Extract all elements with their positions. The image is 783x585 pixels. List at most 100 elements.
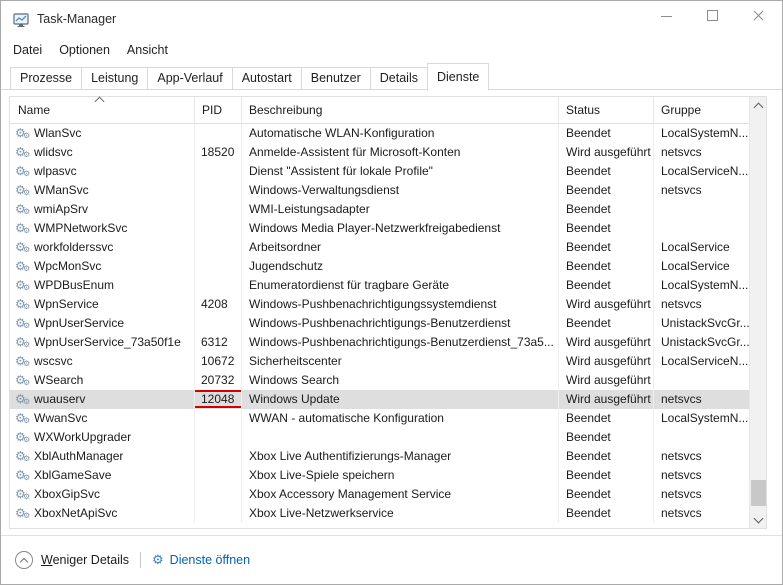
- scroll-up-arrow[interactable]: [750, 97, 767, 114]
- vertical-scrollbar[interactable]: [749, 97, 766, 528]
- service-group-cell: netsvcs: [661, 297, 702, 311]
- service-group-cell: netsvcs: [661, 392, 702, 406]
- sort-ascending-icon: [94, 96, 105, 107]
- service-status-cell: Wird ausgeführt: [559, 352, 654, 371]
- service-name-cell: ⚙ ⚙ WManSvc: [10, 181, 195, 200]
- service-row-wlansvc[interactable]: ⚙ ⚙ WlanSvc Automatische WLAN-Konfiguration…: [10, 124, 749, 143]
- service-name-cell: ⚙ ⚙ WwanSvc: [10, 409, 195, 428]
- service-row-wlpasvc[interactable]: ⚙ ⚙ wlpasvc Dienst "Assistent für lokale Pr…: [10, 162, 749, 181]
- column-header-status[interactable]: Status: [559, 97, 654, 123]
- service-row-wpcmonsvc[interactable]: ⚙ ⚙ WpcMonSvc Jugendschutz Beendet LocalServi…: [10, 257, 749, 276]
- service-group-cell: netsvcs: [661, 145, 702, 159]
- service-group-cell: LocalSystemN...: [661, 126, 749, 140]
- service-description-cell: Sicherheitscenter: [242, 352, 559, 371]
- service-pid-cell: [195, 276, 242, 295]
- service-name-cell: ⚙ ⚙ WpcMonSvc: [10, 257, 195, 276]
- column-header-gruppe[interactable]: Gruppe: [654, 97, 749, 123]
- service-row-xboxgipsvc[interactable]: ⚙ ⚙ XboxGipSvc Xbox Accessory Management Se…: [10, 485, 749, 504]
- close-button[interactable]: [736, 1, 782, 31]
- service-gear-icon: ⚙ ⚙: [15, 202, 31, 216]
- service-row-wmansvc[interactable]: ⚙ ⚙ WManSvc Windows-Verwaltungsdienst Beende…: [10, 181, 749, 200]
- chevron-up-circle-icon: [15, 551, 33, 569]
- service-name-cell: ⚙ ⚙ wuauserv: [10, 390, 195, 409]
- service-gear-icon: ⚙ ⚙: [15, 373, 31, 387]
- maximize-button[interactable]: [690, 1, 736, 31]
- service-gear-icon: ⚙ ⚙: [15, 411, 31, 425]
- service-row-workfolderssvc[interactable]: ⚙ ⚙ workfolderssvc Arbeitsordner Beendet Loca…: [10, 238, 749, 257]
- service-pid-cell: [195, 409, 242, 428]
- service-row-wsearch[interactable]: ⚙ ⚙ WSearch 20732 Windows Search Wird ausgefü…: [10, 371, 749, 390]
- open-services-label: Dienste öffnen: [169, 553, 251, 567]
- service-row-wpnservice[interactable]: ⚙ ⚙ WpnService 4208 Windows-Pushbenachrichti…: [10, 295, 749, 314]
- service-name-cell: ⚙ ⚙ WSearch: [10, 371, 195, 390]
- service-row-wmpnetworksvc[interactable]: ⚙ ⚙ WMPNetworkSvc Windows Media Player-Netz…: [10, 219, 749, 238]
- service-status-cell: Beendet: [559, 276, 654, 295]
- service-row-wpnuserservice-73a50f1e[interactable]: ⚙ ⚙ WpnUserService_73a50f1e 6312 Windows-Pus…: [10, 333, 749, 352]
- tab-autostart[interactable]: Autostart: [231, 67, 302, 90]
- service-row-wwansvc[interactable]: ⚙ ⚙ WwanSvc WWAN - automatische Konfigurati…: [10, 409, 749, 428]
- service-name-cell: ⚙ ⚙ WMPNetworkSvc: [10, 219, 195, 238]
- window-title: Task-Manager: [37, 12, 117, 26]
- service-group-cell: netsvcs: [661, 449, 702, 463]
- tab-details[interactable]: Details: [369, 67, 428, 90]
- task-manager-app-icon: [13, 12, 29, 28]
- service-group-cell: LocalSystemN...: [661, 411, 749, 425]
- service-name-cell: ⚙ ⚙ wscsvc: [10, 352, 195, 371]
- tab-leistung[interactable]: Leistung: [81, 67, 149, 90]
- column-header-name[interactable]: Name: [10, 96, 195, 123]
- service-gear-icon: ⚙ ⚙: [15, 297, 31, 311]
- service-group-cell: UnistackSvcGr...: [661, 335, 749, 349]
- menu-item-optionen[interactable]: Optionen: [59, 39, 110, 61]
- service-group-cell: LocalService: [661, 259, 730, 273]
- service-row-xblauthmanager[interactable]: ⚙ ⚙ XblAuthManager Xbox Live Authentifizier…: [10, 447, 749, 466]
- scrollbar-thumb[interactable]: [751, 480, 766, 506]
- open-services-link[interactable]: ⚙ Dienste öffnen: [152, 553, 250, 568]
- service-description-cell: Windows Search: [242, 371, 559, 390]
- scroll-down-arrow[interactable]: [750, 511, 767, 528]
- service-gear-icon: ⚙ ⚙: [15, 221, 31, 235]
- service-row-wxworkupgrader[interactable]: ⚙ ⚙ WXWorkUpgrader Beendet: [10, 428, 749, 447]
- service-description-cell: Arbeitsordner: [242, 238, 559, 257]
- services-table: Name PID Beschreibung Status Gruppe ⚙ ⚙ WlanSv…: [9, 96, 767, 529]
- service-name-cell: ⚙ ⚙ WpnService: [10, 295, 195, 314]
- service-name-cell: ⚙ ⚙ XblAuthManager: [10, 447, 195, 466]
- service-row-wpnuserservice[interactable]: ⚙ ⚙ WpnUserService Windows-Pushbenachrichti…: [10, 314, 749, 333]
- service-pid-cell: [195, 181, 242, 200]
- service-group-cell: [654, 200, 749, 219]
- service-status-cell: Beendet: [559, 447, 654, 466]
- tab-prozesse[interactable]: Prozesse: [10, 67, 83, 90]
- service-description-cell: Automatische WLAN-Konfiguration: [242, 124, 559, 143]
- service-description-cell: Dienst "Assistent für lokale Profile": [242, 162, 559, 181]
- service-pid-cell: [195, 466, 242, 485]
- service-name-cell: ⚙ ⚙ XboxNetApiSvc: [10, 504, 195, 523]
- tab-dienste[interactable]: Dienste: [426, 63, 490, 91]
- service-pid-cell: 20732: [195, 371, 242, 390]
- service-pid-cell: [195, 447, 242, 466]
- minimize-button[interactable]: [644, 1, 690, 31]
- tab-benutzer[interactable]: Benutzer: [300, 67, 371, 90]
- menu-item-ansicht[interactable]: Ansicht: [127, 39, 168, 61]
- fewer-details-button[interactable]: Weniger Details: [15, 551, 129, 569]
- service-name-cell: ⚙ ⚙ XboxGipSvc: [10, 485, 195, 504]
- service-gear-icon: ⚙ ⚙: [15, 354, 31, 368]
- tab-app-verlauf[interactable]: App-Verlauf: [147, 67, 233, 90]
- service-group-cell: netsvcs: [661, 183, 702, 197]
- service-row-wscsvc[interactable]: ⚙ ⚙ wscsvc 10672 Sicherheitscenter Wird ausge…: [10, 352, 749, 371]
- service-gear-icon: ⚙ ⚙: [15, 335, 31, 349]
- service-status-cell: Wird ausgeführt: [559, 295, 654, 314]
- service-row-wuauserv[interactable]: ⚙ ⚙ wuauserv 12048 Windows Update Wird ausgef…: [10, 390, 749, 409]
- service-row-wpdbusenum[interactable]: ⚙ ⚙ WPDBusEnum Enumeratordienst für tragbar…: [10, 276, 749, 295]
- tab-bar: Prozesse Leistung App-Verlauf Autostart Benu…: [1, 63, 782, 91]
- service-pid-cell: [195, 485, 242, 504]
- column-header-beschreibung[interactable]: Beschreibung: [242, 97, 559, 123]
- menu-item-datei[interactable]: Datei: [13, 39, 42, 61]
- service-row-xboxnetapisvc[interactable]: ⚙ ⚙ XboxNetApiSvc Xbox Live-Netzwerkservice…: [10, 504, 749, 523]
- service-row-wmiapsrv[interactable]: ⚙ ⚙ wmiApSrv WMI-Leistungsadapter Beendet: [10, 200, 749, 219]
- service-gear-icon: ⚙ ⚙: [15, 487, 31, 501]
- service-row-xblgamesave[interactable]: ⚙ ⚙ XblGameSave Xbox Live-Spiele speichern B…: [10, 466, 749, 485]
- service-group-cell: UnistackSvcGr...: [661, 316, 749, 330]
- service-gear-icon: ⚙ ⚙: [15, 316, 31, 330]
- service-row-wlidsvc[interactable]: ⚙ ⚙ wlidsvc 18520 Anmelde-Assistent für Micr…: [10, 143, 749, 162]
- column-header-pid[interactable]: PID: [195, 97, 242, 123]
- service-name-cell: ⚙ ⚙ wlpasvc: [10, 162, 195, 181]
